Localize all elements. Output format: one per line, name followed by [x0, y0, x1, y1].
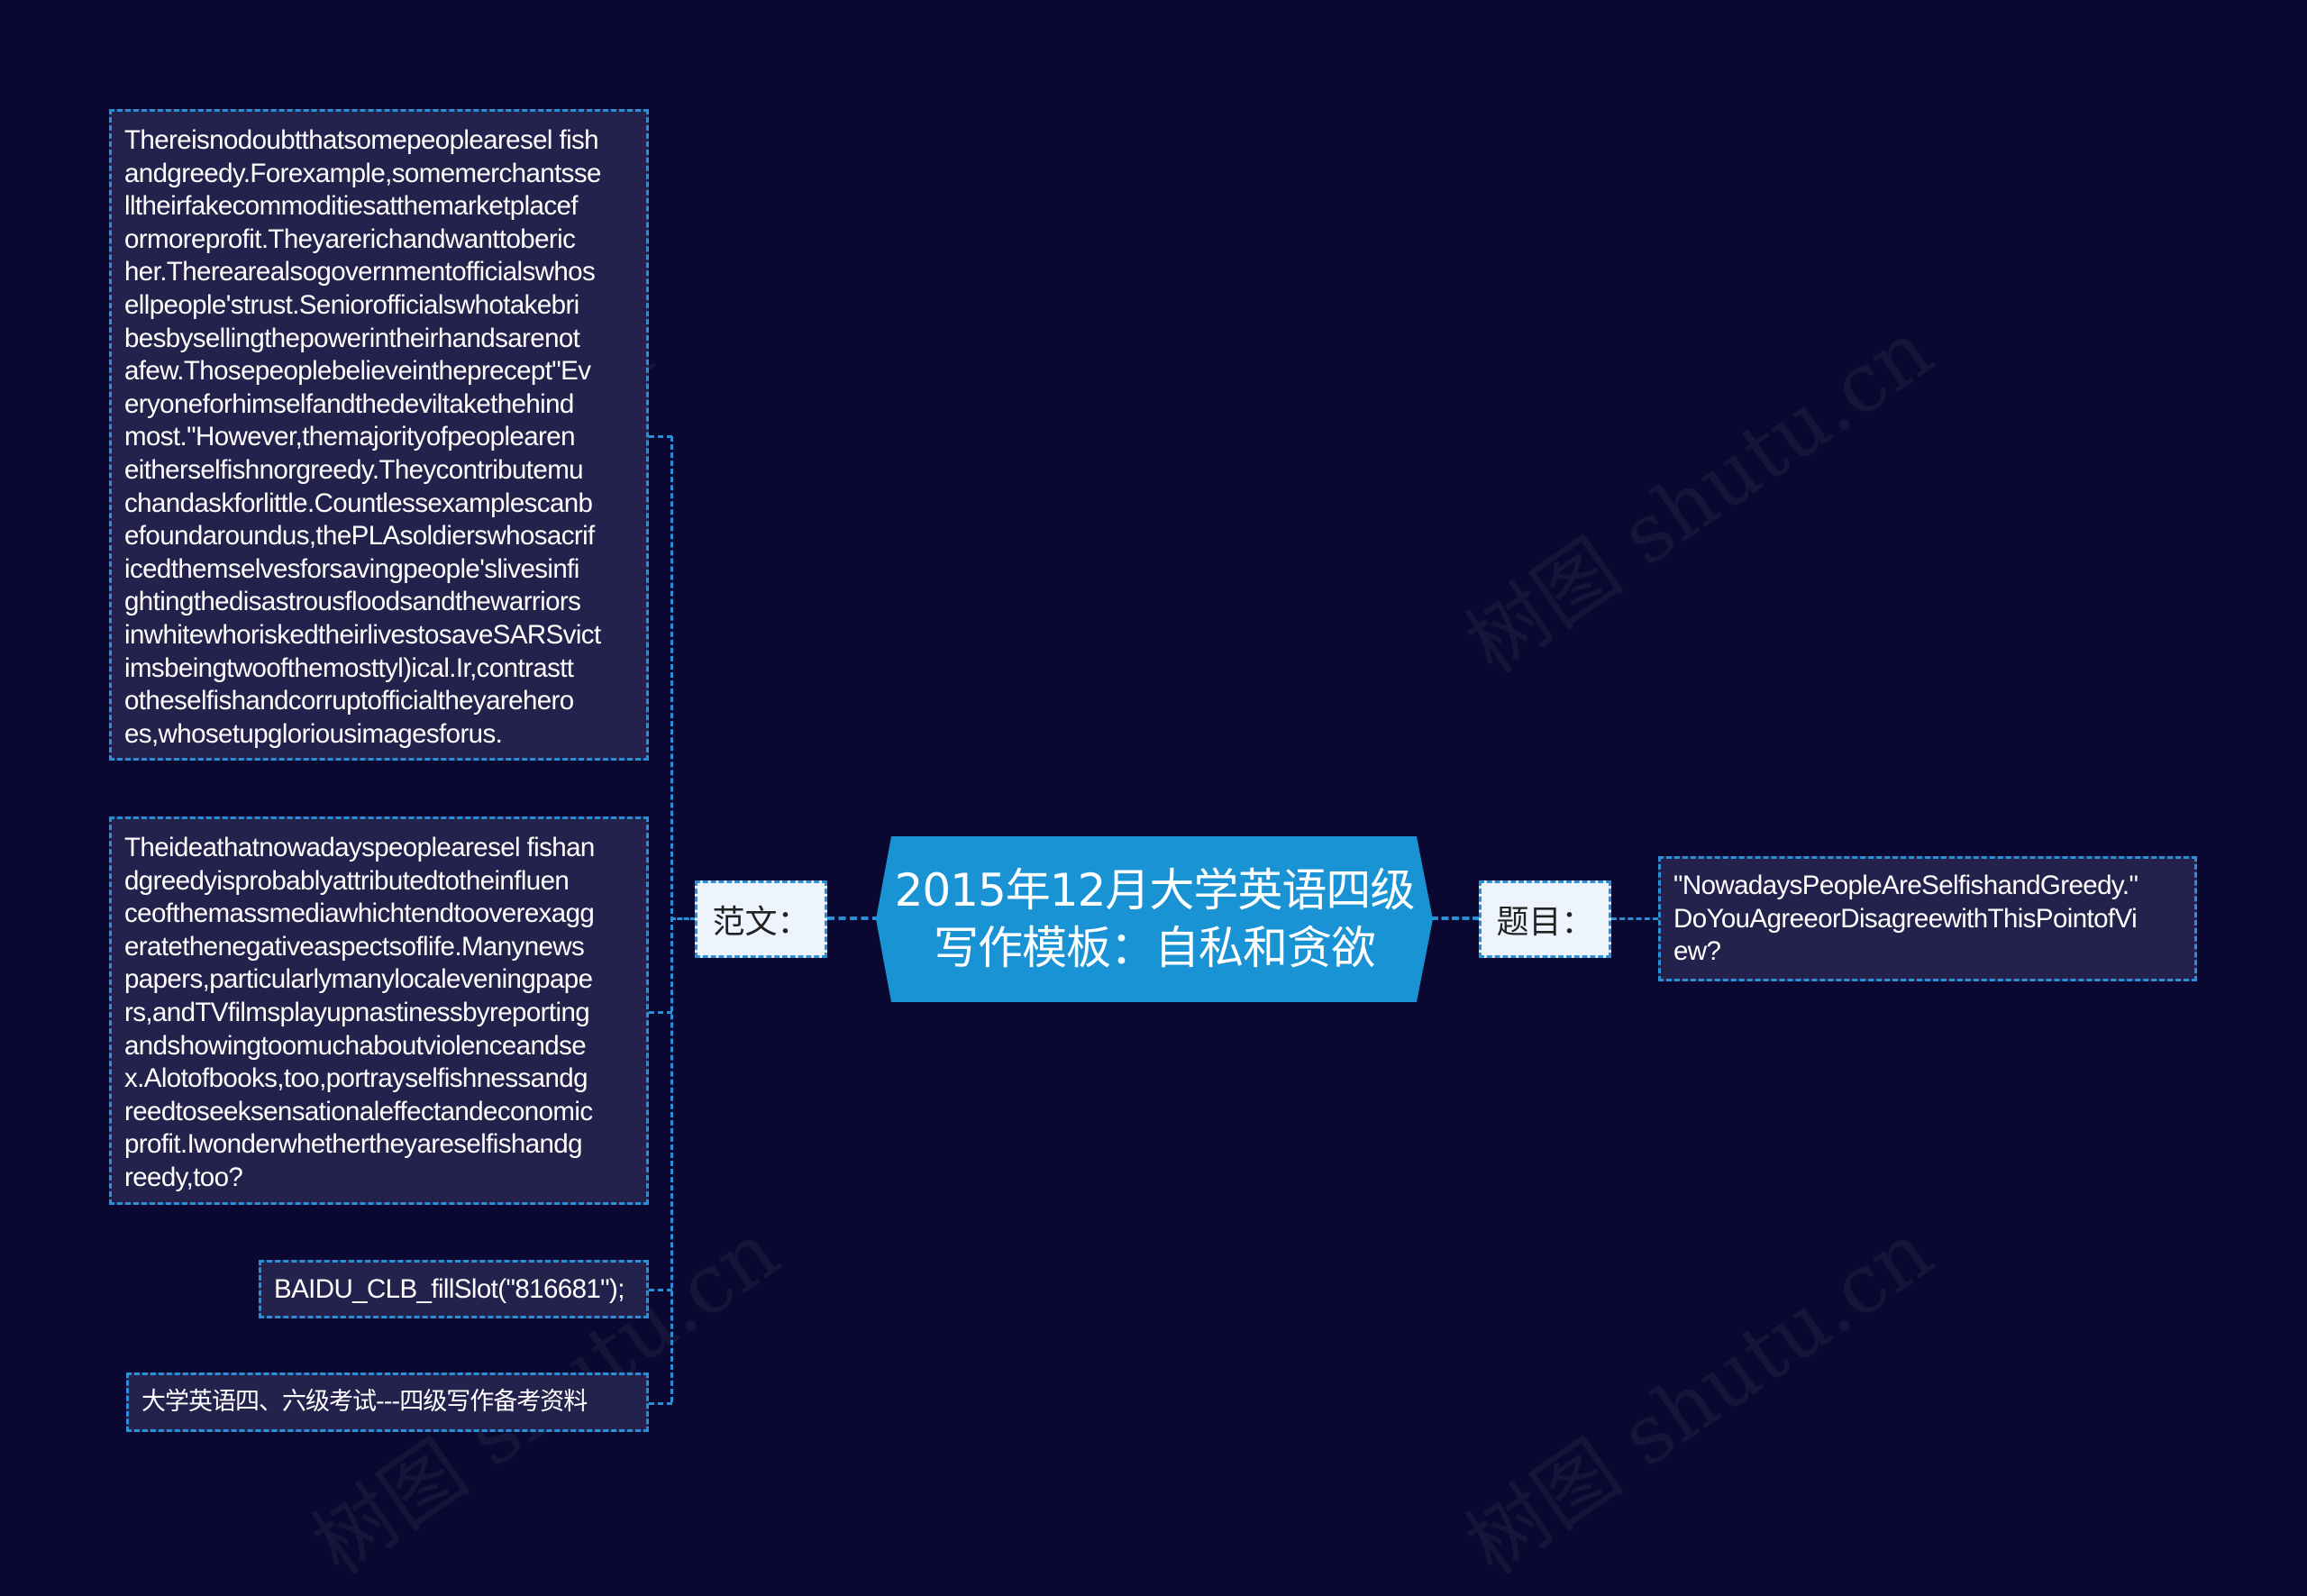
- node-paragraph-1[interactable]: Thereisnodoubtthatsomepeoplearesel fish a…: [109, 109, 649, 761]
- central-title-line-2: 写作模板：自私和贪欲: [934, 922, 1376, 974]
- node-paragraph-2[interactable]: Theideathatnowadayspeoplearesel fishan dg…: [109, 816, 649, 1205]
- text-line: ceofthemassmediawhichtendtooverexagg: [124, 898, 595, 929]
- text-line: most."However,themajorityofpeoplearen: [124, 422, 575, 452]
- connector-center-right: [1431, 917, 1480, 920]
- watermark: 树图 shutu.cn: [1450, 1204, 1949, 1593]
- text-line: DoYouAgreeorDisagreewithThisPointofVi: [1673, 903, 2138, 934]
- text-line: chandaskforlittle.Countlessexamplescanb: [124, 488, 593, 518]
- text-line: x.Alotofbooks,too,portrayselfishnessandg: [124, 1063, 588, 1094]
- text-line: Thereisnodoubtthatsomepeoplearesel fish: [124, 125, 599, 155]
- text-line: andshowingtoomuchaboutviolenceandse: [124, 1030, 587, 1061]
- text-line: dgreedyisprobablyattributedtotheinfluen: [124, 865, 570, 896]
- text-line: inwhitewhoriskedtheirlivestosaveSARSvict: [124, 619, 601, 650]
- text-line: ormoreprofit.Theyarerichandwanttoberic: [124, 223, 576, 254]
- text-line: ew?: [1673, 936, 1721, 967]
- text-line: afew.Thosepeoplebelieveintheprecept"Ev: [124, 356, 591, 387]
- watermark: 树图 shutu.cn: [1450, 303, 1949, 692]
- text-line: "NowadaysPeopleAreSelfishandGreedy.": [1673, 871, 2138, 900]
- text-line: besbysellingthepowerintheirhandsarenot: [124, 323, 580, 353]
- text-line: reedtoseeksensationaleffectandeconomic: [124, 1096, 593, 1126]
- text-line: rs,andTVfilmsplayupnastinessbyreporting: [124, 997, 590, 1027]
- text-line: andgreedy.Forexample,somemerchantsse: [124, 158, 601, 188]
- node-resource-title[interactable]: 大学英语四、六级考试---四级写作备考资料: [126, 1373, 649, 1432]
- text-line: profit.Iwonderwhethertheyareselfishandg: [124, 1129, 583, 1160]
- connector-question: [1611, 917, 1658, 920]
- code-snippet-text: BAIDU_CLB_fillSlot("816681");: [274, 1274, 625, 1304]
- text-line: Theideathatnowadayspeoplearesel fishan: [124, 833, 595, 862]
- label-text: 题目：: [1496, 904, 1594, 941]
- resource-title-text: 大学英语四、六级考试---四级写作备考资料: [141, 1388, 588, 1416]
- text-line: papers,particularlymanylocaleveningpape: [124, 964, 593, 995]
- node-code-snippet[interactable]: BAIDU_CLB_fillSlot("816681");: [259, 1260, 649, 1318]
- connector-label-left: [670, 917, 696, 920]
- text-line: reedy,too?: [124, 1162, 243, 1192]
- text-line: otheselfishandcorruptofficialtheyarehero: [124, 686, 574, 716]
- text-line: ellpeople'strust.Seniorofficialswhotakeb…: [124, 289, 579, 320]
- text-line: lltheirfakecommoditiesatthemarketplacef: [124, 191, 579, 222]
- connector-center-left: [827, 917, 880, 920]
- text-line: imsbeingtwoofthemosttyl)ical.Ir,contrast…: [124, 652, 574, 683]
- text-line: efoundaroundus,thePLAsoldierswhosacrif: [124, 521, 595, 552]
- label-text: 范文：: [712, 904, 810, 941]
- node-label-topic[interactable]: 题目：: [1479, 880, 1611, 958]
- central-title-line-1: 2015年12月大学英语四级: [894, 864, 1416, 917]
- connector-resource: [649, 1402, 672, 1405]
- node-label-sample-essay[interactable]: 范文：: [695, 880, 827, 958]
- text-line: eratethenegativeaspectsoflife.Manynews: [124, 931, 585, 962]
- text-line: ghtingthedisastrousfloodsandthewarriors: [124, 587, 581, 617]
- connector-paragraph1: [649, 435, 672, 438]
- text-line: eitherselfishnorgreedy.Theycontributemu: [124, 454, 584, 485]
- connector-code: [649, 1289, 672, 1291]
- central-topic[interactable]: 2015年12月大学英语四级 写作模板：自私和贪欲: [876, 836, 1433, 1002]
- text-line: her.Therearealsogovernmentofficialswhos: [124, 257, 596, 287]
- text-line: eryoneforhimselfandthedeviltakethehind: [124, 388, 574, 419]
- text-line: icedthemselvesforsavingpeople'slivesinfi: [124, 553, 579, 584]
- node-question[interactable]: "NowadaysPeopleAreSelfishandGreedy." DoYo…: [1658, 856, 2197, 981]
- text-line: es,whosetupgloriousimagesforus.: [124, 718, 503, 749]
- connector-paragraph2: [649, 1011, 672, 1014]
